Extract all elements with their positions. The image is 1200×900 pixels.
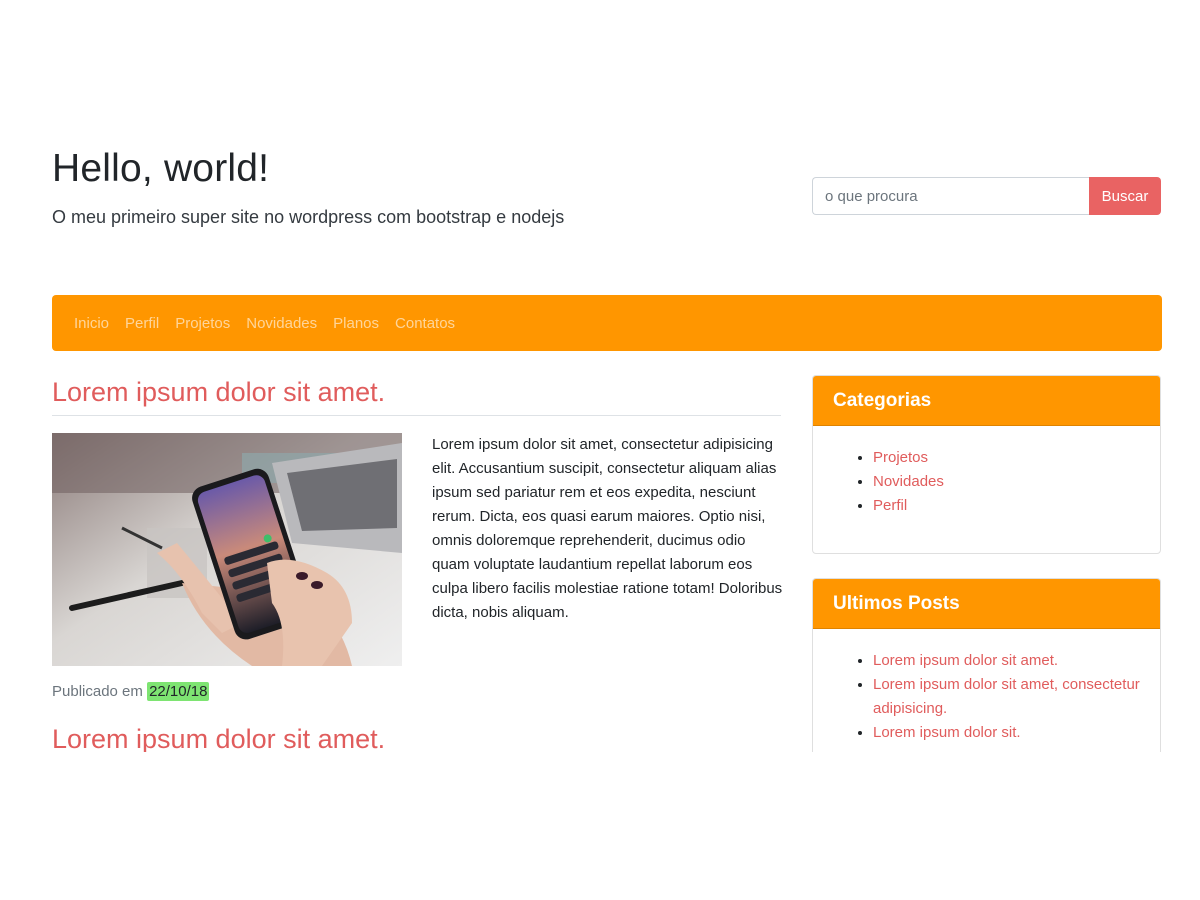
list-item: Novidades [873, 470, 1140, 494]
post-excerpt: Lorem ipsum dolor sit amet, consectetur … [432, 436, 783, 621]
recent-post-link[interactable]: Lorem ipsum dolor sit amet. [873, 652, 1058, 669]
nav-item-projetos[interactable]: Projetos [167, 315, 238, 332]
post-thumbnail-image [52, 433, 402, 666]
recent-post-link[interactable]: Lorem ipsum dolor sit amet, consectetur … [873, 676, 1140, 717]
list-item: Projetos [873, 446, 1140, 470]
nav-item-inicio[interactable]: Inicio [66, 315, 117, 332]
category-link-perfil[interactable]: Perfil [873, 497, 907, 514]
post-title-divider [52, 415, 781, 416]
categories-card: Categorias Projetos Novidades Perfil [812, 375, 1161, 554]
recent-post-link[interactable]: Lorem ipsum dolor sit. [873, 724, 1021, 741]
page-viewport: Hello, world! O meu primeiro super site … [0, 0, 1200, 752]
categories-list: Projetos Novidades Perfil [833, 446, 1140, 518]
post-title-link[interactable]: Lorem ipsum dolor sit amet. [52, 376, 385, 408]
category-link-novidades[interactable]: Novidades [873, 473, 944, 490]
site-title: Hello, world! [52, 147, 270, 190]
search-button[interactable]: Buscar [1089, 177, 1161, 215]
post-date-badge: 22/10/18 [147, 682, 210, 701]
recent-posts-card-title: Ultimos Posts [813, 579, 1160, 629]
main-navbar: Inicio Perfil Projetos Novidades Planos … [52, 295, 1162, 351]
recent-posts-card: Ultimos Posts Lorem ipsum dolor sit amet… [812, 578, 1161, 752]
list-item: Lorem ipsum dolor sit. [873, 721, 1140, 745]
recent-posts-card-body: Lorem ipsum dolor sit amet. Lorem ipsum … [813, 629, 1160, 752]
site-description: O meu primeiro super site no wordpress c… [52, 207, 565, 227]
category-link-projetos[interactable]: Projetos [873, 449, 928, 466]
categories-card-body: Projetos Novidades Perfil [813, 426, 1160, 534]
search-input[interactable] [812, 177, 1089, 215]
post-meta-label: Publicado em [52, 683, 143, 700]
smartphone-photo-icon [52, 433, 402, 666]
search-form: Buscar [812, 177, 1161, 215]
list-item: Perfil [873, 494, 1140, 518]
post-meta: Publicado em 22/10/18 [52, 682, 210, 701]
nav-item-planos[interactable]: Planos [325, 315, 387, 332]
nav-item-novidades[interactable]: Novidades [238, 315, 325, 332]
list-item: Lorem ipsum dolor sit amet. [873, 649, 1140, 673]
nav-item-contatos[interactable]: Contatos [387, 315, 463, 332]
categories-card-title: Categorias [813, 376, 1160, 426]
list-item: Lorem ipsum dolor sit amet, consectetur … [873, 673, 1140, 721]
nav-item-perfil[interactable]: Perfil [117, 315, 167, 332]
recent-posts-list: Lorem ipsum dolor sit amet. Lorem ipsum … [833, 649, 1140, 745]
post-title-link[interactable]: Lorem ipsum dolor sit amet. [52, 723, 385, 752]
